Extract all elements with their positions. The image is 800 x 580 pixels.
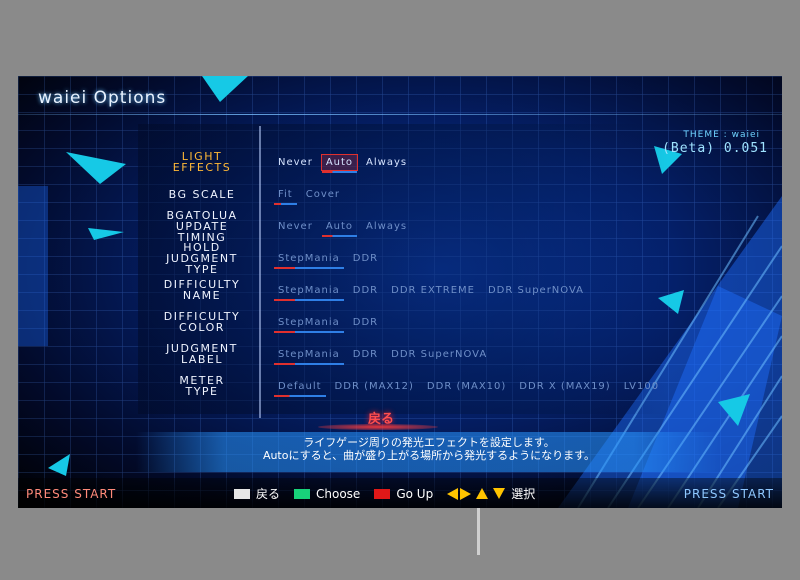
option-choice[interactable]: Always <box>362 219 411 234</box>
options-screen: waiei Options THEME : waiei (Beta) 0.051… <box>18 76 782 508</box>
option-choice[interactable]: Never <box>274 219 317 234</box>
option-choice[interactable]: DDR (MAX12) <box>331 379 418 394</box>
option-row[interactable]: BGATOLUA UPDATE TIMING Never Auto Always <box>18 208 782 244</box>
option-choice[interactable]: LV100 <box>620 379 663 394</box>
option-choice[interactable]: StepMania <box>274 315 344 333</box>
option-choice[interactable]: DDR <box>349 347 382 362</box>
option-name: HOLD JUDGMENT TYPE <box>166 240 238 276</box>
legend-swatch <box>374 488 391 499</box>
option-choice[interactable]: StepMania <box>274 347 344 365</box>
legend-swatch <box>294 488 311 499</box>
arrow-up-icon <box>476 488 489 499</box>
option-choice[interactable]: StepMania <box>274 283 344 301</box>
legend-label: 戻る <box>256 487 281 501</box>
option-name: LIGHT EFFECTS <box>172 150 232 174</box>
option-choices: StepMania DDR DDR SuperNOVA <box>274 338 496 370</box>
option-choice[interactable]: DDR SuperNOVA <box>484 283 588 298</box>
option-choice[interactable]: Fit <box>274 187 297 205</box>
option-row[interactable]: METER TYPE Default DDR (MAX12) DDR (MAX10) D… <box>18 370 782 402</box>
legend-items: 戻る Choose Go Up <box>234 485 447 502</box>
option-choices: Never Auto Always <box>274 146 416 178</box>
arrow-left-icon <box>447 487 459 500</box>
option-row[interactable]: DIFFICULTY NAME StepMania DDR DDR EXTREME DD… <box>18 274 782 306</box>
press-start-right[interactable]: PRESS START <box>684 487 774 501</box>
theme-label: THEME : waiei <box>683 130 760 140</box>
press-start-left[interactable]: PRESS START <box>26 487 116 501</box>
option-row[interactable]: HOLD JUDGMENT TYPE StepMania DDR <box>18 240 782 276</box>
option-choices: Default DDR (MAX12) DDR (MAX10) DDR X (MAX1… <box>274 370 668 402</box>
arrows-label: 選択 <box>511 487 536 501</box>
option-choice[interactable]: Never <box>274 155 317 170</box>
option-name: BG SCALE <box>168 187 236 201</box>
option-choice[interactable]: StepMania <box>274 251 344 269</box>
option-choice[interactable]: DDR X (MAX19) <box>515 379 614 394</box>
option-choice[interactable]: Cover <box>302 187 344 202</box>
option-row[interactable]: BG SCALE Fit Cover <box>18 178 782 210</box>
legend-swatch <box>234 488 250 499</box>
option-choice[interactable]: Default <box>274 379 326 397</box>
option-choices: Fit Cover <box>274 178 349 210</box>
option-choices: StepMania DDR <box>274 242 387 274</box>
back-button[interactable]: 戻る <box>368 408 394 427</box>
option-choice[interactable]: DDR <box>349 251 382 266</box>
explanation-text: ライフゲージ周りの発光エフェクトを設定します。 Autoにすると、曲が盛り上がる… <box>136 436 722 462</box>
screen-stand <box>477 508 480 555</box>
explanation-line-1: ライフゲージ周りの発光エフェクトを設定します。 <box>303 436 555 449</box>
option-choice[interactable]: Always <box>362 155 411 170</box>
option-choice[interactable]: DDR <box>349 283 382 298</box>
option-choice[interactable]: Auto <box>320 153 359 173</box>
option-choice[interactable]: DDR SuperNOVA <box>387 347 491 362</box>
page-title: waiei Options <box>38 88 167 108</box>
option-choice[interactable]: DDR EXTREME <box>387 283 479 298</box>
arrow-right-icon <box>460 487 472 500</box>
option-name: DIFFICULTY NAME <box>163 278 241 302</box>
title-divider <box>18 114 782 115</box>
option-row[interactable]: JUDGMENT LABEL StepMania DDR DDR SuperNOVA <box>18 338 782 370</box>
legend-label: Choose <box>316 486 361 501</box>
option-row[interactable]: DIFFICULTY COLOR StepMania DDR <box>18 306 782 338</box>
legend-label: Go Up <box>396 486 434 501</box>
option-name: BGATOLUA UPDATE TIMING <box>166 208 238 244</box>
option-row[interactable]: LIGHT EFFECTS Never Auto Always <box>18 146 782 178</box>
explanation-line-2: Autoにすると、曲が盛り上がる場所から発光するようになります。 <box>262 449 596 462</box>
controls-legend: 戻る Choose Go Up 選択 <box>234 485 535 502</box>
option-choices: StepMania DDR DDR EXTREME DDR SuperNOVA <box>274 274 593 306</box>
option-choice[interactable]: Auto <box>321 219 358 237</box>
option-choices: StepMania DDR <box>274 306 387 338</box>
arrow-down-icon <box>493 488 506 499</box>
option-name: METER TYPE <box>179 374 225 398</box>
option-name: JUDGMENT LABEL <box>166 342 238 366</box>
option-choice[interactable]: DDR <box>349 315 382 330</box>
option-choice[interactable]: DDR (MAX10) <box>423 379 510 394</box>
option-choices: Never Auto Always <box>274 210 416 242</box>
option-name: DIFFICULTY COLOR <box>163 310 241 334</box>
